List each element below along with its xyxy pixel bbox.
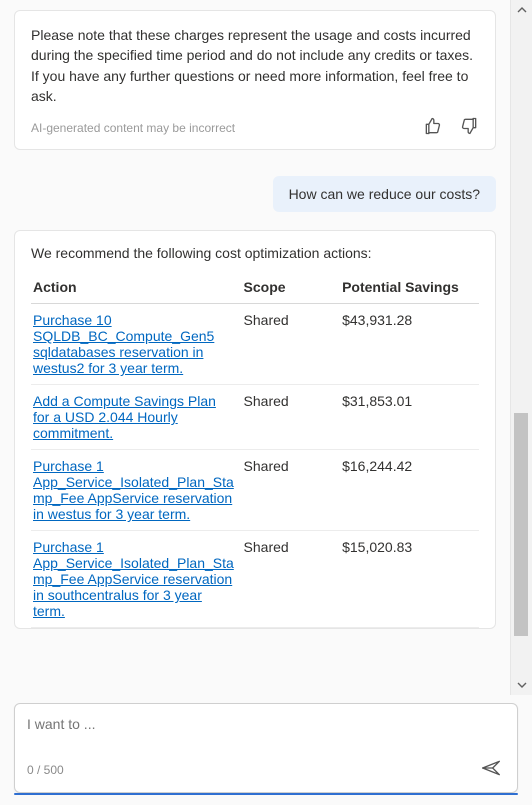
table-row: Add a Compute Savings Plan for a USD 2.0… bbox=[31, 385, 479, 450]
send-button[interactable] bbox=[477, 755, 505, 784]
table-row: Purchase 10 SQLDB_BC_Compute_Gen5 sqldat… bbox=[31, 304, 479, 385]
assistant-message: Please note that these charges represent… bbox=[14, 10, 496, 150]
scroll-up-icon[interactable] bbox=[511, 0, 532, 20]
scroll-down-icon[interactable] bbox=[511, 675, 532, 695]
table-row: Purchase 1 App_Service_Isolated_Plan_Sta… bbox=[31, 531, 479, 628]
recommendation-table: Action Scope Potential Savings Purchase … bbox=[31, 273, 479, 628]
recommendation-card: We recommend the following cost optimiza… bbox=[14, 230, 496, 629]
savings-cell: $15,020.83 bbox=[340, 531, 479, 628]
action-link[interactable]: Add a Compute Savings Plan for a USD 2.0… bbox=[33, 393, 216, 441]
assistant-text: Please note that these charges represent… bbox=[31, 25, 479, 106]
input-bottom-row: 0 / 500 bbox=[27, 755, 505, 784]
recommendation-intro: We recommend the following cost optimiza… bbox=[31, 245, 479, 261]
thumbs-down-icon[interactable] bbox=[459, 116, 479, 139]
table-header-row: Action Scope Potential Savings bbox=[31, 273, 479, 304]
savings-cell: $16,244.42 bbox=[340, 450, 479, 531]
scope-cell: Shared bbox=[242, 385, 341, 450]
table-row: Purchase 1 App_Service_Isolated_Plan_Sta… bbox=[31, 450, 479, 531]
savings-cell: $43,931.28 bbox=[340, 304, 479, 385]
user-message: How can we reduce our costs? bbox=[273, 176, 496, 212]
col-header-savings: Potential Savings bbox=[340, 273, 479, 304]
scope-cell: Shared bbox=[242, 450, 341, 531]
action-link[interactable]: Purchase 1 App_Service_Isolated_Plan_Sta… bbox=[33, 458, 234, 522]
scrollbar-track[interactable] bbox=[511, 20, 532, 675]
chat-input-container: 0 / 500 bbox=[14, 703, 518, 793]
savings-cell: $31,853.01 bbox=[340, 385, 479, 450]
chat-panel: Please note that these charges represent… bbox=[0, 0, 532, 805]
chat-input[interactable] bbox=[27, 714, 505, 755]
thumbs-up-icon[interactable] bbox=[423, 116, 443, 139]
vertical-scrollbar[interactable] bbox=[510, 0, 532, 695]
ai-disclaimer: AI-generated content may be incorrect bbox=[31, 121, 235, 135]
scrollbar-thumb[interactable] bbox=[514, 413, 528, 636]
col-header-action: Action bbox=[31, 273, 242, 304]
send-icon bbox=[481, 765, 501, 780]
feedback-buttons bbox=[423, 116, 479, 139]
char-counter: 0 / 500 bbox=[27, 763, 64, 777]
message-scroll-area: Please note that these charges represent… bbox=[0, 0, 510, 695]
assistant-footer: AI-generated content may be incorrect bbox=[31, 116, 479, 139]
action-link[interactable]: Purchase 1 App_Service_Isolated_Plan_Sta… bbox=[33, 539, 234, 619]
input-accent-bar bbox=[14, 793, 518, 795]
action-link[interactable]: Purchase 10 SQLDB_BC_Compute_Gen5 sqldat… bbox=[33, 312, 214, 376]
scope-cell: Shared bbox=[242, 531, 341, 628]
col-header-scope: Scope bbox=[242, 273, 341, 304]
user-message-row: How can we reduce our costs? bbox=[14, 176, 496, 212]
scope-cell: Shared bbox=[242, 304, 341, 385]
